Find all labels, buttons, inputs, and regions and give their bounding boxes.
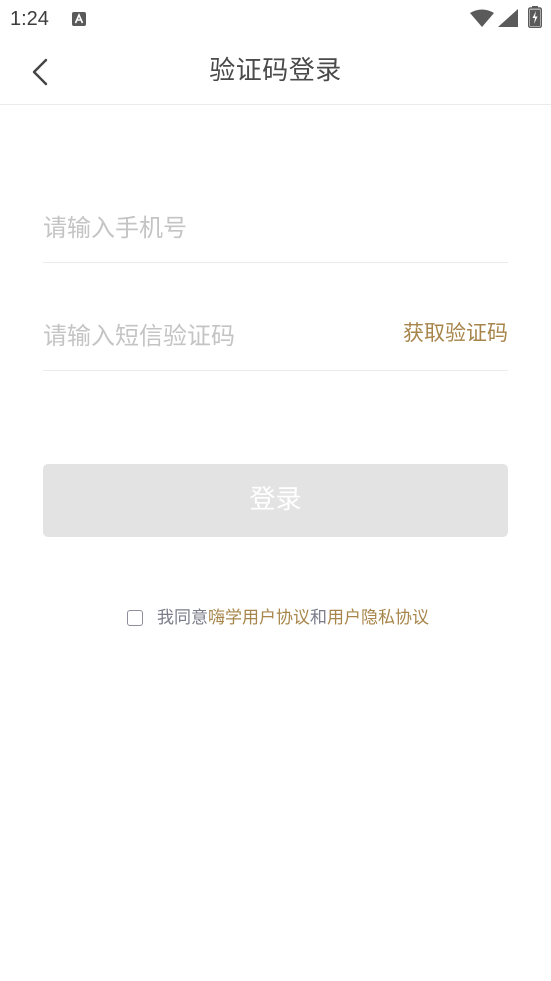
status-bar: 1:24	[0, 0, 551, 38]
sms-code-field-row: 获取验证码	[43, 314, 508, 371]
sms-code-input[interactable]	[43, 316, 373, 356]
agree-checkbox[interactable]	[127, 610, 143, 626]
agreement-conjunction: 和	[310, 608, 327, 628]
agreement-prefix: 我同意	[157, 608, 208, 628]
battery-charging-icon	[528, 6, 542, 28]
page-title: 验证码登录	[209, 56, 342, 86]
status-time: 1:24	[10, 8, 49, 30]
app-notification-icon	[72, 11, 86, 26]
phone-field-row	[43, 206, 508, 263]
privacy-agreement-link[interactable]: 用户隐私协议	[327, 608, 429, 628]
get-code-button[interactable]: 获取验证码	[403, 318, 508, 348]
agreement-text: 我同意嗨学用户协议和用户隐私协议	[157, 606, 429, 630]
phone-input[interactable]	[43, 208, 508, 248]
user-agreement-link[interactable]: 嗨学用户协议	[208, 608, 310, 628]
wifi-icon	[470, 9, 494, 27]
login-button[interactable]: 登录	[43, 464, 508, 537]
app-header: 验证码登录	[0, 38, 551, 105]
signal-icon	[498, 9, 518, 27]
